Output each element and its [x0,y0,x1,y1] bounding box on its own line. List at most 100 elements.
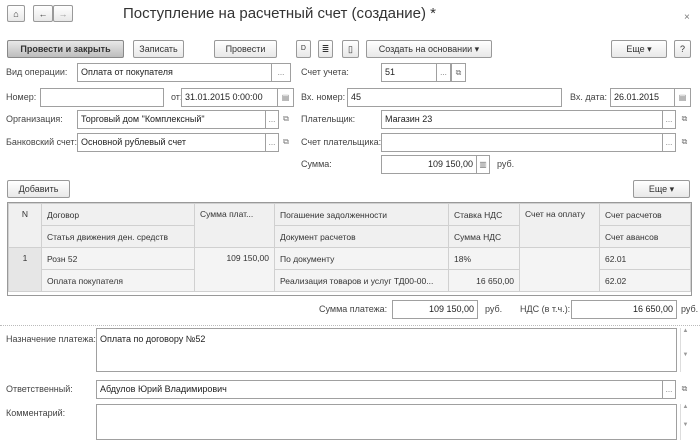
vat-total-label: НДС (в т.ч.): [520,304,571,314]
chevron-down-icon: ▾ [669,184,675,194]
select-button[interactable]: ... [662,110,676,129]
more-label: Еще [648,184,668,194]
forward-arrow-icon: → [58,9,68,19]
calendar-icon[interactable]: ▤ [674,88,691,107]
col-cashflow[interactable]: Статья движения ден. средств [41,225,195,248]
in-date-field[interactable]: 26.01.2015 [610,88,675,107]
org-field[interactable]: Торговый дом "Комплексный" [77,110,266,129]
calculator-icon[interactable]: ▥ [476,155,490,174]
post-button[interactable]: Провести [214,40,277,58]
vat-total-field: 16 650,00 [571,300,677,319]
cell-advance-account[interactable]: 62.02 [599,269,691,292]
payer-field[interactable]: Магазин 23 [381,110,663,129]
select-button[interactable]: ... [662,133,676,152]
col-n[interactable]: N [8,203,42,248]
account-label: Счет учета: [301,67,349,77]
payment-total-field: 109 150,00 [392,300,478,319]
in-date-label: Вх. дата: [570,92,607,102]
cell-account[interactable]: 62.01 [599,247,691,270]
more-button[interactable]: Еще ▾ [611,40,667,58]
col-vat-rate[interactable]: Ставка НДС [448,203,520,226]
create-based-on-label: Создать на основании [378,44,473,54]
purpose-field[interactable]: Оплата по договору №52 [96,328,677,372]
col-invoice[interactable]: Счет на оплату [519,203,600,248]
col-vat-sum[interactable]: Сумма НДС [448,225,520,248]
cell-contract[interactable]: Розн 52 [41,247,195,270]
col-repayment[interactable]: Погашение задолженности [274,203,449,226]
account-field[interactable]: 51 [381,63,437,82]
select-button[interactable]: ... [265,110,279,129]
currency-label: руб. [497,159,515,169]
scrollbar[interactable]: ▲ ▼ [680,328,690,372]
number-label: Номер: [6,92,37,102]
bank-account-field[interactable]: Основной рублевый счет [77,133,266,152]
select-button[interactable]: ... [662,380,676,399]
number-field[interactable] [40,88,164,107]
divider [0,325,700,326]
payer-account-field[interactable] [381,133,663,152]
open-icon[interactable]: ⧉ [677,380,692,399]
create-based-on-button[interactable]: Создать на основании ▾ [366,40,492,58]
back-button[interactable]: ← [33,5,53,22]
in-number-label: Вх. номер: [301,92,346,102]
page-title: Поступление на расчетный счет (создание)… [123,5,437,22]
close-icon[interactable]: × [684,12,690,23]
home-button[interactable]: ⌂ [7,5,25,22]
save-button[interactable]: Записать [133,40,184,58]
sum-field[interactable]: 109 150,00 [381,155,477,174]
scrollbar[interactable]: ▲ ▼ [680,404,690,440]
cell-repayment[interactable]: По документу [274,247,449,270]
table-more-button[interactable]: Еще ▾ [633,180,690,198]
sum-label: Сумма: [301,159,332,169]
date-field[interactable]: 31.01.2015 0:00:00 [181,88,278,107]
col-advance-account[interactable]: Счет авансов [599,225,691,248]
col-amount[interactable]: Сумма плат... [194,203,275,248]
more-label: Еще [626,44,645,54]
table-row[interactable]: 1 Розн 52 109 150,00 По документу 18% 62… [8,247,691,292]
open-icon[interactable]: ⧉ [279,133,293,152]
back-arrow-icon: ← [38,9,48,19]
payments-table[interactable]: N Договор Сумма плат... Погашение задолж… [7,202,692,296]
dt-kt-icon[interactable]: Ꭰ [296,40,311,58]
chevron-down-icon: ▾ [474,44,480,54]
select-button[interactable]: ... [265,133,279,152]
row-number: 1 [8,247,42,292]
payment-total-label: Сумма платежа: [319,304,388,314]
operation-field[interactable]: Оплата от покупателя [77,63,272,82]
responsible-label: Ответственный: [6,384,73,394]
responsible-field[interactable]: Абдулов Юрий Владимирович [96,380,663,399]
cell-invoice[interactable] [519,247,600,292]
open-icon[interactable]: ⧉ [279,110,293,129]
bank-account-label: Банковский счет: [6,137,78,147]
cell-cashflow[interactable]: Оплата покупателя [41,269,195,292]
cell-vat-rate[interactable]: 18% [448,247,520,270]
select-button[interactable]: ... [436,63,451,82]
in-number-field[interactable]: 45 [347,88,562,107]
cell-amount[interactable]: 109 150,00 [194,247,275,292]
document-icon[interactable]: ▯ [342,40,359,58]
open-icon[interactable]: ⧉ [677,133,692,152]
list-icon[interactable]: ≣ [318,40,333,58]
post-and-close-button[interactable]: Провести и закрыть [7,40,124,58]
home-icon: ⌂ [13,9,19,19]
cell-document[interactable]: Реализация товаров и услуг ТД00-00... [274,269,449,292]
col-contract[interactable]: Договор [41,203,195,226]
add-button[interactable]: Добавить [7,180,70,198]
comment-field[interactable] [96,404,677,440]
org-label: Организация: [6,114,63,124]
col-settlement-account[interactable]: Счет расчетов [599,203,691,226]
chevron-down-icon: ▾ [647,44,652,54]
payer-account-label: Счет плательщика: [301,137,382,147]
currency-label: руб. [485,304,503,314]
help-button[interactable]: ? [674,40,691,58]
forward-button[interactable]: → [53,5,73,22]
select-button[interactable]: ... [271,63,291,82]
calendar-icon[interactable]: ▤ [277,88,294,107]
cell-vat-sum[interactable]: 16 650,00 [448,269,520,292]
open-icon[interactable]: ⧉ [451,63,466,82]
open-icon[interactable]: ⧉ [677,110,692,129]
col-document[interactable]: Документ расчетов [274,225,449,248]
currency-label: руб. [681,304,699,314]
payer-label: Плательщик: [301,114,356,124]
comment-label: Комментарий: [6,408,66,418]
